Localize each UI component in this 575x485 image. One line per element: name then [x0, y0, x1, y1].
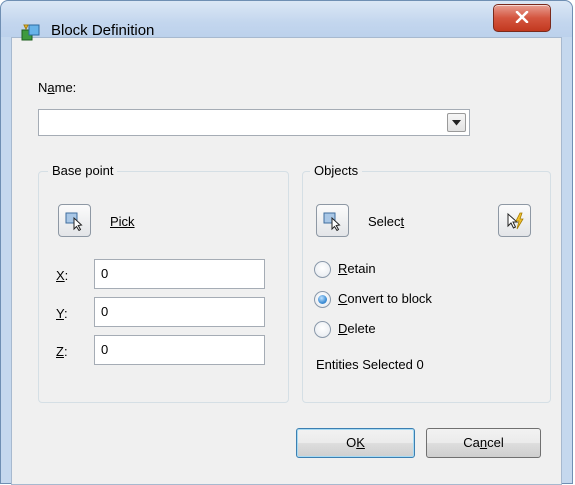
delete-label[interactable]: Delete [338, 321, 376, 336]
delete-radio[interactable] [314, 321, 331, 338]
convert-to-block-radio[interactable] [314, 291, 331, 308]
z-field[interactable]: 0 [94, 335, 265, 365]
objects-group-title: Objects [310, 163, 363, 178]
select-objects-icon [323, 212, 341, 231]
ok-button[interactable]: OK [296, 428, 415, 458]
cancel-button[interactable]: Cancel [426, 428, 541, 458]
window-title: Block Definition [51, 22, 155, 39]
pick-point-button[interactable] [58, 204, 91, 237]
quick-select-icon [507, 212, 524, 230]
close-icon [515, 11, 529, 23]
base-point-group-title: Base point [48, 163, 118, 178]
z-label: Z: [56, 344, 68, 359]
name-dropdown-button[interactable] [447, 113, 466, 132]
close-button[interactable] [493, 4, 551, 32]
pick-point-label: Pick [110, 214, 135, 229]
select-objects-button[interactable] [316, 204, 349, 237]
entities-selected-count: Entities Selected 0 [316, 357, 424, 372]
x-field[interactable]: 0 [94, 259, 265, 289]
convert-to-block-label[interactable]: Convert to block [338, 291, 432, 306]
retain-label[interactable]: Retain [338, 261, 376, 276]
chevron-down-icon [452, 120, 461, 126]
select-objects-label: Select [368, 214, 405, 229]
name-combobox[interactable] [38, 109, 470, 136]
y-field[interactable]: 0 [94, 297, 265, 327]
retain-radio[interactable] [314, 261, 331, 278]
pick-point-icon [65, 212, 83, 231]
quick-select-button[interactable] [498, 204, 531, 237]
y-label: Y: [56, 306, 68, 321]
name-label: Name: [38, 80, 77, 95]
block-definition-app-icon [21, 24, 40, 41]
x-label: X: [56, 268, 69, 283]
